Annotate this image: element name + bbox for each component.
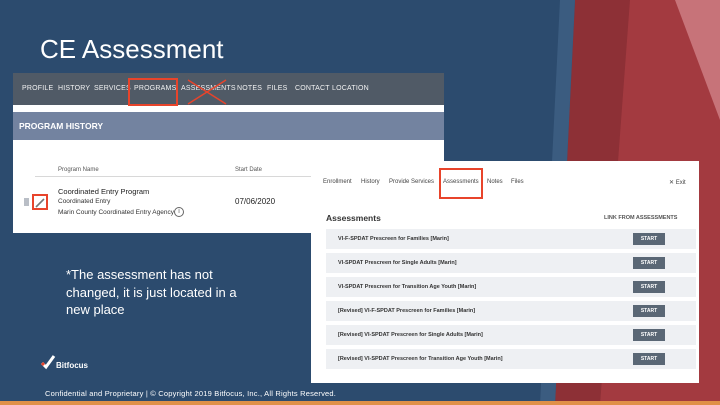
link-from-assessments[interactable]: LINK FROM ASSESSMENTS	[604, 215, 677, 221]
program-start-date: 07/06/2020	[235, 197, 276, 206]
column-start-date: Start Date	[235, 167, 263, 173]
programs-tab-highlight	[128, 78, 178, 106]
tab-provide-services[interactable]: Provide Services	[389, 179, 434, 185]
pencil-icon	[35, 198, 45, 208]
trash-icon[interactable]	[24, 198, 29, 206]
slide-title: CE Assessment	[40, 34, 224, 64]
assessment-row: [Revised] VI-F-SPDAT Prescreen for Famil…	[326, 301, 696, 321]
tab-profile[interactable]: PROFILE	[22, 85, 53, 92]
exit-button[interactable]: ✕ Exit	[669, 179, 686, 186]
footer-copyright: Confidential and Proprietary | © Copyrig…	[45, 389, 337, 398]
bitfocus-logo-icon	[40, 355, 56, 370]
enrollment-assessments-screenshot: Enrollment History Provide Services Asse…	[311, 161, 699, 383]
assessment-label: VI-F-SPDAT Prescreen for Families [Marin…	[338, 236, 449, 242]
start-button[interactable]: START	[633, 305, 665, 317]
program-history-band: PROGRAM HISTORY	[13, 112, 444, 140]
assessment-row: [Revised] VI-SPDAT Prescreen for Transit…	[326, 349, 696, 369]
logo-text: Bitfocus	[56, 361, 88, 370]
assessment-row: VI-SPDAT Prescreen for Transition Age Yo…	[326, 277, 696, 297]
program-name[interactable]: Coordinated Entry Program	[58, 187, 149, 196]
tab-files[interactable]: FILES	[267, 85, 287, 92]
program-subtitle: Coordinated Entry	[58, 198, 111, 205]
bottom-accent-bar	[0, 401, 720, 405]
tab-location[interactable]: LOCATION	[332, 85, 369, 92]
assessment-row: [Revised] VI-SPDAT Prescreen for Single …	[326, 325, 696, 345]
tab-services[interactable]: SERVICES	[94, 85, 131, 92]
tab-notes[interactable]: Notes	[487, 179, 503, 185]
start-button[interactable]: START	[633, 233, 665, 245]
assessment-label: [Revised] VI-F-SPDAT Prescreen for Famil…	[338, 308, 476, 314]
tab-enrollment[interactable]: Enrollment	[323, 179, 352, 185]
start-button[interactable]: START	[633, 353, 665, 365]
tab-history[interactable]: HISTORY	[58, 85, 90, 92]
tab-history[interactable]: History	[361, 179, 380, 185]
assessment-label: [Revised] VI-SPDAT Prescreen for Single …	[338, 332, 483, 338]
assessment-row: VI-F-SPDAT Prescreen for Families [Marin…	[326, 229, 696, 249]
slide-note: *The assessment has not changed, it is j…	[66, 267, 237, 317]
edit-icon[interactable]	[32, 194, 48, 210]
info-icon[interactable]: i	[174, 207, 184, 217]
program-agency: Marin County Coordinated Entry Agency	[58, 209, 174, 216]
program-history-title: PROGRAM HISTORY	[19, 121, 104, 131]
assessment-label: VI-SPDAT Prescreen for Transition Age Yo…	[338, 284, 477, 290]
tab-contact[interactable]: CONTACT	[295, 85, 330, 92]
assessment-row: VI-SPDAT Prescreen for Single Adults [Ma…	[326, 253, 696, 273]
start-button[interactable]: START	[633, 281, 665, 293]
assessment-label: VI-SPDAT Prescreen for Single Adults [Ma…	[338, 260, 457, 266]
assessments-heading: Assessments	[326, 213, 381, 223]
tab-notes[interactable]: NOTES	[237, 85, 262, 92]
column-program-name: Program Name	[58, 167, 99, 173]
start-button[interactable]: START	[633, 257, 665, 269]
tab-files[interactable]: Files	[511, 179, 524, 185]
assessment-label: [Revised] VI-SPDAT Prescreen for Transit…	[338, 356, 503, 362]
assessments-strike-mark	[187, 79, 227, 105]
start-button[interactable]: START	[633, 329, 665, 341]
assessments-tab-highlight	[439, 168, 483, 199]
